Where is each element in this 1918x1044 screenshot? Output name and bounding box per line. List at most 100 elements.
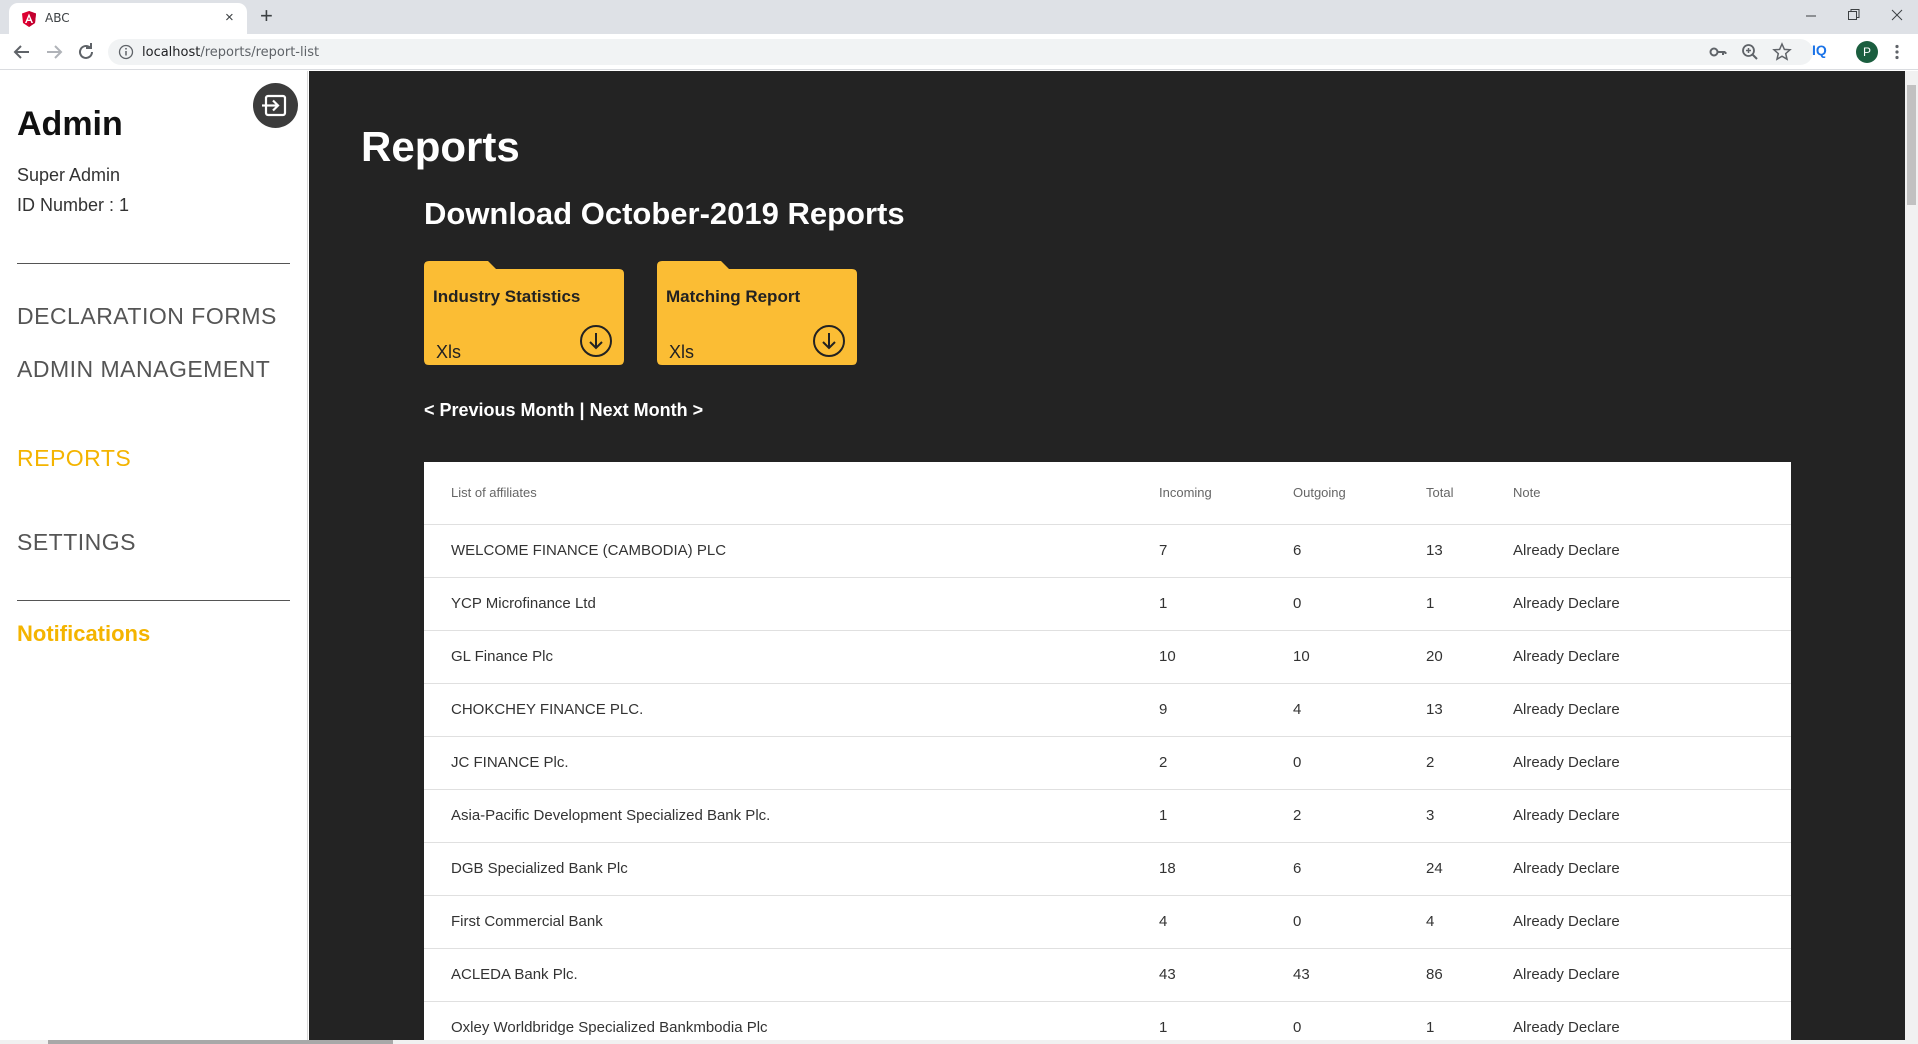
cell-incoming: 1 xyxy=(1159,577,1293,631)
report-card-matching-report[interactable]: Matching Report Xls xyxy=(657,261,857,365)
previous-month-link[interactable]: < Previous Month xyxy=(424,400,575,420)
chrome-menu-icon[interactable] xyxy=(1894,44,1900,60)
cell-total: 13 xyxy=(1426,683,1513,737)
admin-id-number: ID Number : 1 xyxy=(17,195,130,215)
url-host: localhost xyxy=(142,45,201,60)
close-window-icon[interactable] xyxy=(1891,9,1903,21)
sidebar-item-settings[interactable]: SETTINGS xyxy=(17,529,136,556)
forward-icon[interactable] xyxy=(42,40,66,64)
restore-icon[interactable] xyxy=(1847,8,1861,22)
sidebar-divider xyxy=(17,600,290,601)
admin-role: Super Admin xyxy=(17,165,121,185)
cell-incoming: 1 xyxy=(1159,789,1293,843)
column-header-note: Note xyxy=(1513,462,1791,525)
table-row: WELCOME FINANCE (CAMBODIA) PLC 7 6 13 Alread… xyxy=(424,524,1791,578)
cell-note: Already Declare xyxy=(1513,736,1791,790)
cell-outgoing: 6 xyxy=(1293,842,1426,896)
affiliates-table-container: List of affiliates Incoming Outgoing Tot… xyxy=(424,462,1791,1044)
download-icon[interactable] xyxy=(812,324,846,358)
cell-note: Already Declare xyxy=(1513,683,1791,737)
table-row: GL Finance Plc 10 10 20 Already Declare xyxy=(424,630,1791,684)
cell-note: Already Declare xyxy=(1513,577,1791,631)
cell-outgoing: 43 xyxy=(1293,948,1426,1002)
table-row: First Commercial Bank 4 0 4 Already Declare xyxy=(424,895,1791,949)
angular-favicon-icon xyxy=(22,11,36,27)
cell-name: DGB Specialized Bank Plc xyxy=(424,842,1159,896)
tab-close-icon[interactable]: × xyxy=(225,8,234,28)
cell-incoming: 10 xyxy=(1159,630,1293,684)
cell-outgoing: 0 xyxy=(1293,1001,1426,1044)
column-header-incoming: Incoming xyxy=(1159,462,1293,525)
minimize-icon[interactable] xyxy=(1805,10,1817,22)
reload-icon[interactable] xyxy=(74,40,98,64)
cell-name: CHOKCHEY FINANCE PLC. xyxy=(424,683,1159,737)
back-icon[interactable] xyxy=(10,40,34,64)
site-info-icon[interactable] xyxy=(118,44,134,60)
url-text: localhost/reports/report-list xyxy=(142,45,319,60)
table-header-row: List of affiliates Incoming Outgoing Tot… xyxy=(424,462,1791,525)
month-navigation: < Previous Month | Next Month > xyxy=(424,400,703,421)
cell-note: Already Declare xyxy=(1513,789,1791,843)
browser-tabbar: ABC × + xyxy=(0,0,1918,34)
sidebar-item-declaration-forms[interactable]: DECLARATION FORMS xyxy=(17,303,277,330)
download-icon[interactable] xyxy=(579,324,613,358)
table-body: WELCOME FINANCE (CAMBODIA) PLC 7 6 13 Alread… xyxy=(424,524,1791,1044)
new-tab-icon[interactable]: + xyxy=(260,4,273,28)
cell-outgoing: 0 xyxy=(1293,895,1426,949)
horizontal-scrollbar-thumb[interactable] xyxy=(48,1040,393,1044)
card-file-type: Xls xyxy=(436,342,462,362)
table-row: Asia-Pacific Development Specialized Ban… xyxy=(424,789,1791,843)
cell-name: Asia-Pacific Development Specialized Ban… xyxy=(424,789,1159,843)
iq-extension-icon[interactable]: IQ xyxy=(1812,42,1827,58)
cell-incoming: 1 xyxy=(1159,1001,1293,1044)
cell-note: Already Declare xyxy=(1513,630,1791,684)
cell-name: JC FINANCE Plc. xyxy=(424,736,1159,790)
cell-outgoing: 10 xyxy=(1293,630,1426,684)
cell-total: 20 xyxy=(1426,630,1513,684)
cell-outgoing: 4 xyxy=(1293,683,1426,737)
main-content: Reports Download October-2019 Reports In… xyxy=(309,71,1905,1044)
cell-outgoing: 2 xyxy=(1293,789,1426,843)
cell-total: 24 xyxy=(1426,842,1513,896)
sidebar-item-admin-management[interactable]: ADMIN MANAGEMENT xyxy=(17,356,270,383)
cell-note: Already Declare xyxy=(1513,842,1791,896)
key-icon[interactable] xyxy=(1708,42,1728,62)
cell-incoming: 4 xyxy=(1159,895,1293,949)
cell-name: First Commercial Bank xyxy=(424,895,1159,949)
cell-name: Oxley Worldbridge Specialized Bankmbodia… xyxy=(424,1001,1159,1044)
cell-total: 3 xyxy=(1426,789,1513,843)
affiliates-table: List of affiliates Incoming Outgoing Tot… xyxy=(424,462,1791,1044)
sidebar-item-notifications[interactable]: Notifications xyxy=(17,621,150,647)
cell-total: 4 xyxy=(1426,895,1513,949)
cell-name: GL Finance Plc xyxy=(424,630,1159,684)
bookmark-star-icon[interactable] xyxy=(1772,42,1792,62)
cell-incoming: 7 xyxy=(1159,524,1293,578)
tab-title: ABC xyxy=(45,11,70,25)
profile-avatar[interactable]: P xyxy=(1856,41,1878,63)
zoom-icon[interactable] xyxy=(1740,42,1760,62)
vertical-scrollbar-thumb[interactable] xyxy=(1907,85,1916,205)
cell-outgoing: 0 xyxy=(1293,736,1426,790)
cell-outgoing: 6 xyxy=(1293,524,1426,578)
cell-note: Already Declare xyxy=(1513,895,1791,949)
cell-name: ACLEDA Bank Plc. xyxy=(424,948,1159,1002)
address-bar[interactable]: localhost/reports/report-list xyxy=(108,39,1813,65)
cell-total: 86 xyxy=(1426,948,1513,1002)
table-row: DGB Specialized Bank Plc 18 6 24 Already Dec… xyxy=(424,842,1791,896)
horizontal-scrollbar[interactable] xyxy=(0,1040,1905,1044)
cell-incoming: 2 xyxy=(1159,736,1293,790)
sidebar: Admin Super Admin ID Number : 1 DECLARAT… xyxy=(0,71,308,1044)
logout-icon xyxy=(262,94,287,117)
cell-note: Already Declare xyxy=(1513,524,1791,578)
table-row: Oxley Worldbridge Specialized Bankmbodia… xyxy=(424,1001,1791,1044)
vertical-scrollbar[interactable] xyxy=(1905,71,1918,1044)
sidebar-item-reports[interactable]: REPORTS xyxy=(17,445,131,472)
report-card-industry-statistics[interactable]: Industry Statistics Xls xyxy=(424,261,624,365)
column-header-outgoing: Outgoing xyxy=(1293,462,1426,525)
table-row: CHOKCHEY FINANCE PLC. 9 4 13 Already Declare xyxy=(424,683,1791,737)
cell-note: Already Declare xyxy=(1513,1001,1791,1044)
browser-tab[interactable]: ABC × xyxy=(9,3,247,34)
table-row: JC FINANCE Plc. 2 0 2 Already Declare xyxy=(424,736,1791,790)
next-month-link[interactable]: Next Month > xyxy=(590,400,704,420)
logout-button[interactable] xyxy=(253,83,298,128)
